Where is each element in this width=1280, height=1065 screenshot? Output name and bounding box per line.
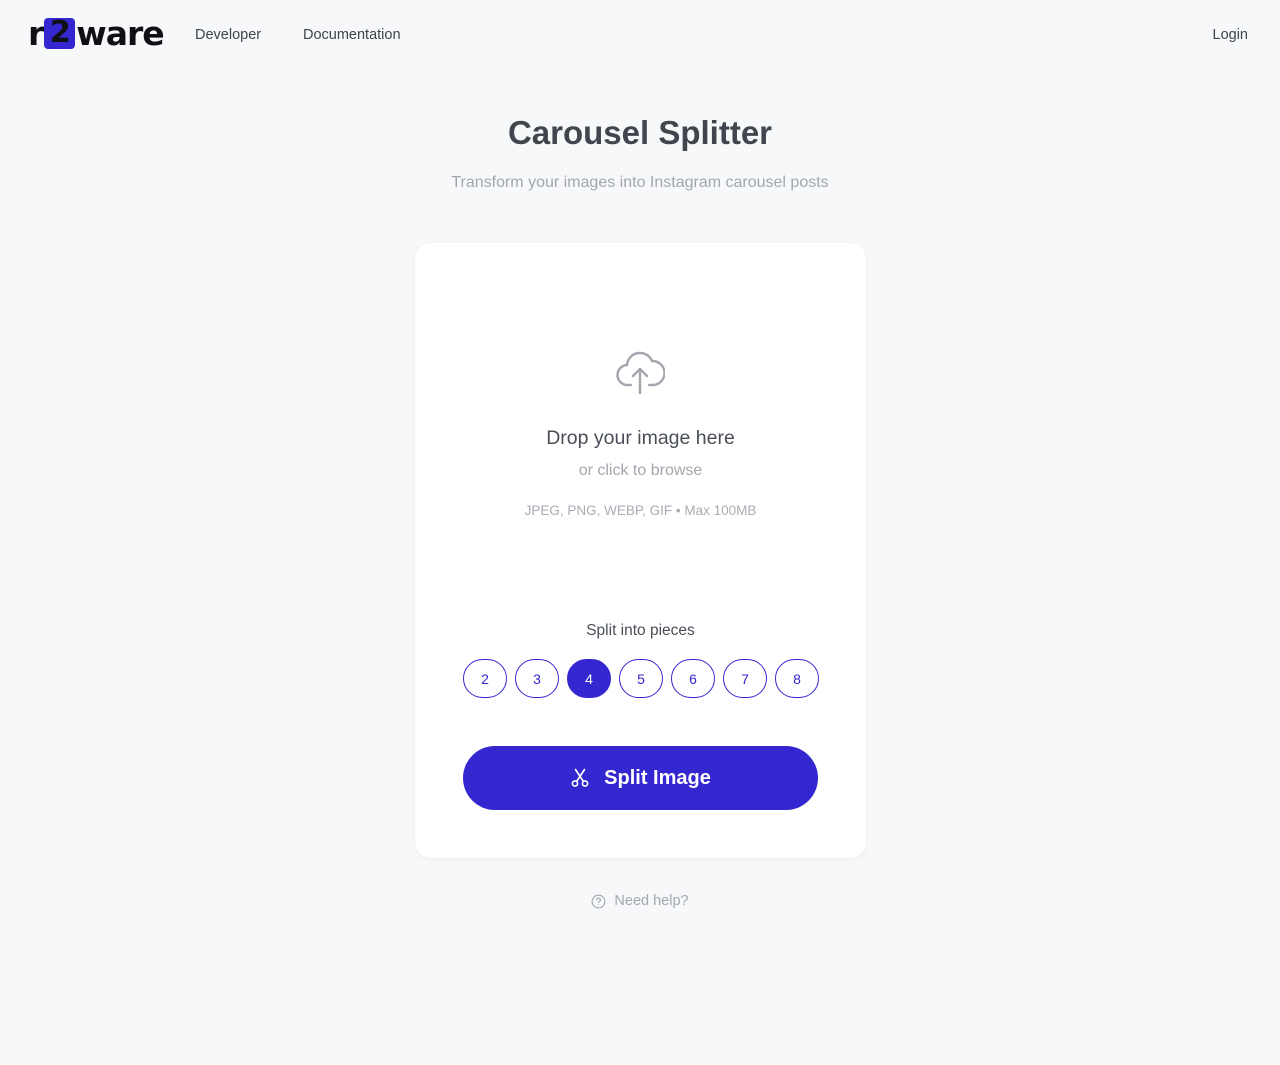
piece-option-8[interactable]: 8 [775,659,819,698]
logo-prefix: r [28,13,44,53]
cloud-upload-icon [616,351,665,395]
split-image-button[interactable]: Split Image [463,746,818,810]
dropzone-formats: JPEG, PNG, WEBP, GIF • Max 100MB [524,503,757,518]
question-circle-icon [591,894,606,908]
page-title: Carousel Splitter [507,114,773,151]
need-help-link[interactable]: Need help? [0,893,1280,909]
page-subtitle: Transform your images into Instagram car… [451,174,829,191]
dropzone-browse-text: or click to browse [578,462,703,479]
nav-documentation-link[interactable]: Documentation [303,27,401,43]
piece-option-3[interactable]: 3 [515,659,559,698]
piece-option-6[interactable]: 6 [671,659,715,698]
piece-option-4[interactable]: 4 [567,659,611,698]
dropzone-title: Drop your image here [546,427,735,449]
piece-option-7[interactable]: 7 [723,659,767,698]
login-link[interactable]: Login [1213,27,1248,43]
piece-option-2[interactable]: 2 [463,659,507,698]
image-dropzone[interactable]: Drop your image here or click to browse … [415,243,866,583]
logo-suffix: ware [76,13,164,53]
need-help-label: Need help? [614,893,689,909]
logo-box: 2 [44,17,76,49]
nav-developer-link[interactable]: Developer [195,27,261,43]
splitter-card: Drop your image here or click to browse … [415,243,866,858]
split-pieces-label: Split into pieces [586,622,695,639]
piece-option-5[interactable]: 5 [619,659,663,698]
pieces-selector: 2345678 [463,659,819,698]
scissors-icon [571,768,589,787]
r2ware-logo[interactable]: r 2 ware [28,13,165,53]
split-image-label: Split Image [604,766,711,789]
top-nav: r 2 ware Developer Documentation Login [0,0,1280,70]
